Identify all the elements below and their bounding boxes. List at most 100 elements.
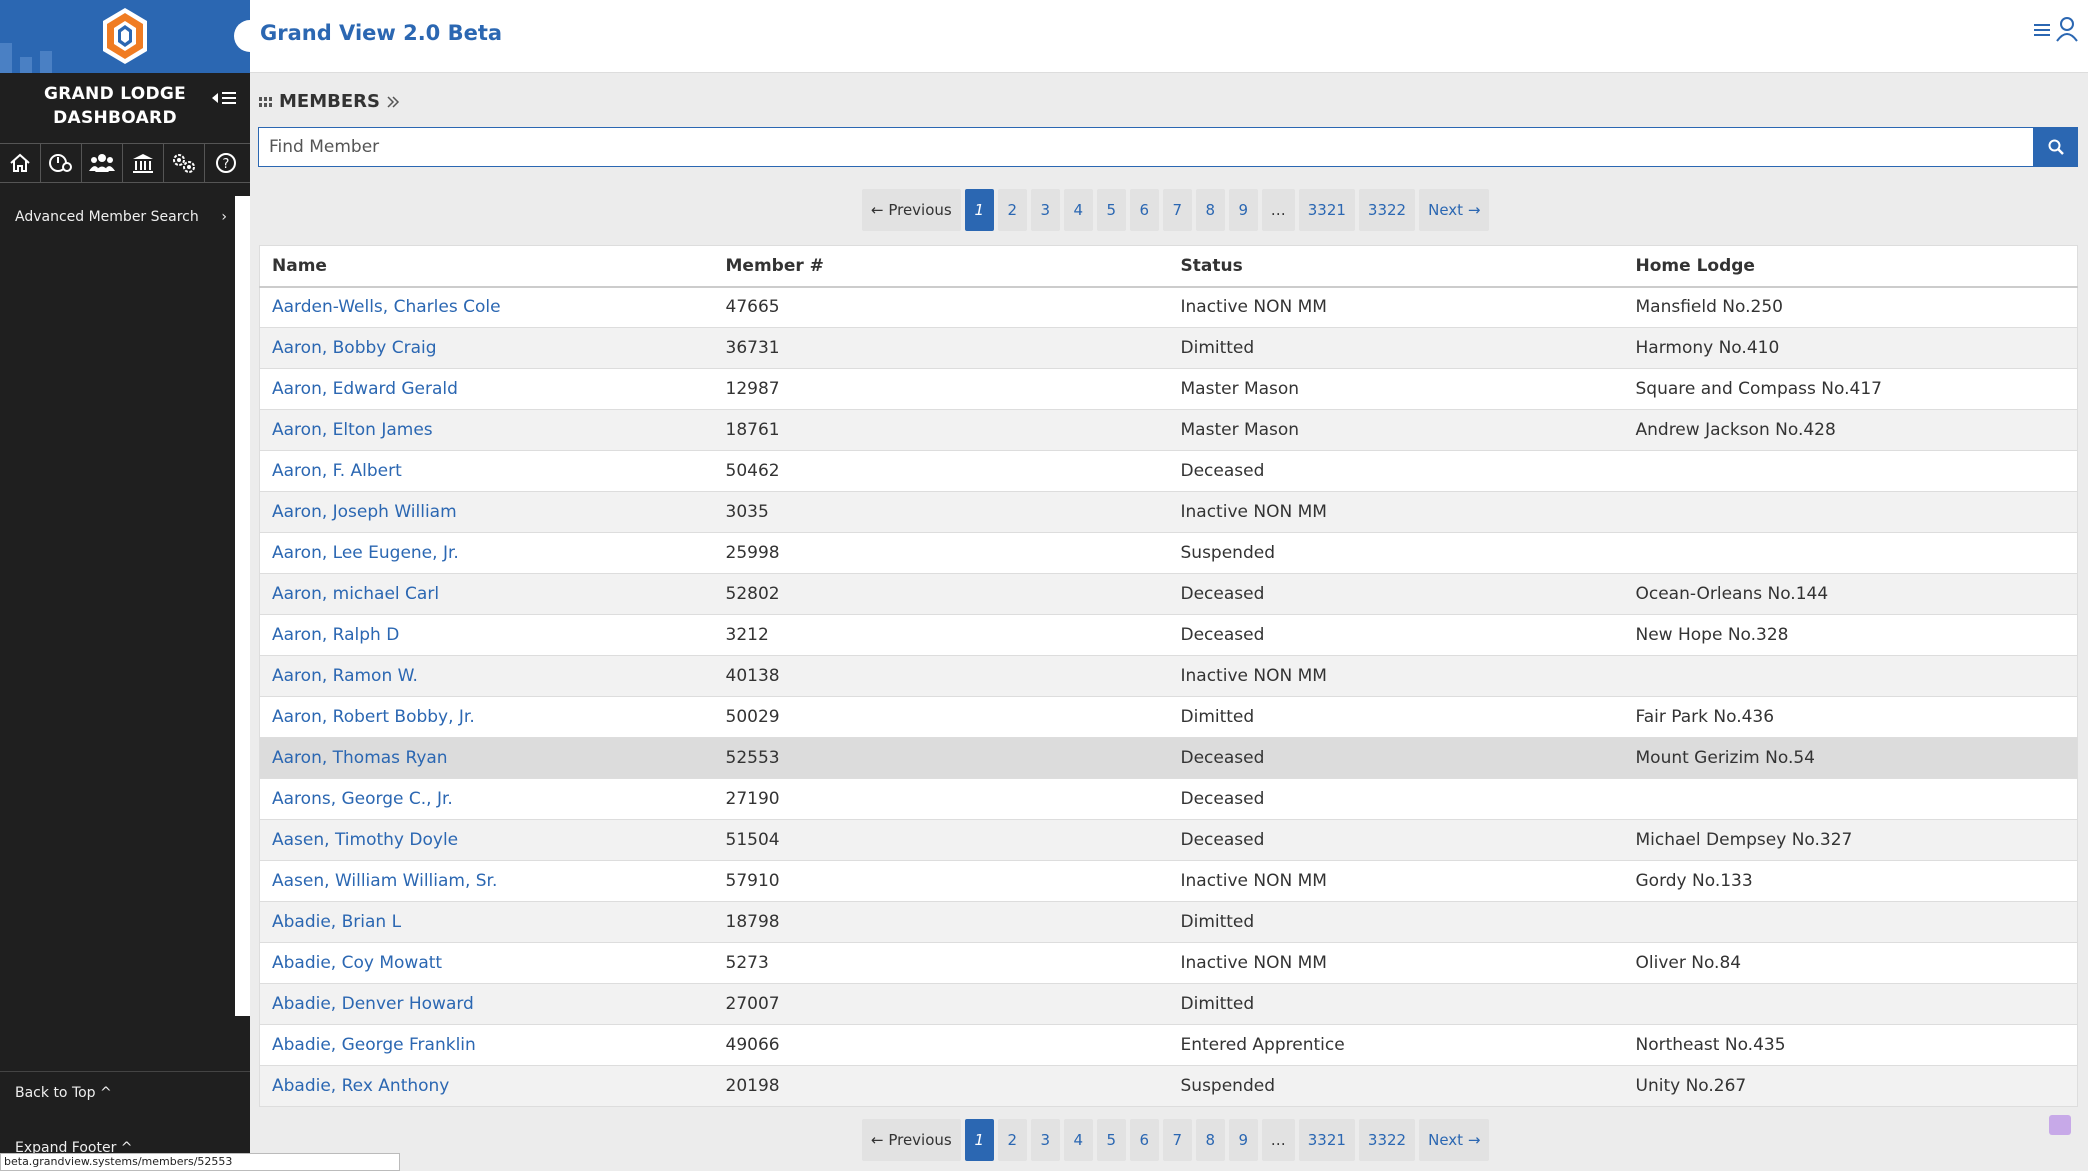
page-button[interactable]: 9 (1228, 189, 1258, 231)
member-name-link[interactable]: Abadie, George Franklin (259, 1024, 714, 1066)
table-row[interactable]: Abadie, Rex Anthony 20198 Suspended Unity N… (259, 1065, 2078, 1107)
page-button[interactable]: 1 (964, 189, 994, 231)
table-row[interactable]: Aasen, William William, Sr. 57910 Inactive… (259, 860, 2078, 902)
advanced-member-search-link[interactable]: Advanced Member Search › (0, 197, 235, 237)
table-row[interactable]: Aaron, Bobby Craig 36731 Dimitted Harmony N… (259, 327, 2078, 369)
member-name-link[interactable]: Abadie, Rex Anthony (259, 1065, 714, 1107)
member-status: Master Mason (1168, 368, 1624, 410)
member-name-link[interactable]: Aaron, F. Albert (259, 450, 714, 492)
column-header-member-number[interactable]: Member # (713, 245, 1169, 288)
table-row[interactable]: Abadie, Brian L 18798 Dimitted (259, 901, 2078, 943)
search-icon (2048, 139, 2064, 155)
column-header-status[interactable]: Status (1168, 245, 1624, 288)
member-home-lodge: Oliver No.84 (1623, 942, 2078, 984)
member-number: 3212 (713, 614, 1169, 656)
nav-settings[interactable] (164, 144, 205, 182)
table-row[interactable]: Aaron, Thomas Ryan 52553 Deceased Mount Ger… (259, 737, 2078, 779)
table-row[interactable]: Abadie, Denver Howard 27007 Dimitted (259, 983, 2078, 1025)
back-to-top-link[interactable]: Back to Top ^ (15, 1085, 112, 1101)
member-name-link[interactable]: Aasen, Timothy Doyle (259, 819, 714, 861)
member-name-link[interactable]: Aaron, Joseph William (259, 491, 714, 533)
member-home-lodge: Mount Gerizim No.54 (1623, 737, 2078, 779)
member-home-lodge: Harmony No.410 (1623, 327, 2078, 369)
member-name-link[interactable]: Aaron, Ramon W. (259, 655, 714, 697)
page-button[interactable]: 3322 (1358, 189, 1416, 231)
user-profile-button[interactable] (2056, 16, 2078, 46)
accessibility-icon[interactable] (2049, 1115, 2071, 1135)
member-name-link[interactable]: Aaron, Edward Gerald (259, 368, 714, 410)
pagination-bottom: ← Previous 1 2 3 4 5 6 7 8 9 … 3321 3322… (862, 1119, 1490, 1161)
table-row[interactable]: Abadie, Coy Mowatt 5273 Inactive NON MM Oli… (259, 942, 2078, 984)
nav-help[interactable]: ? (205, 144, 246, 182)
member-name-link[interactable]: Aaron, Robert Bobby, Jr. (259, 696, 714, 738)
member-name-link[interactable]: Aaron, Bobby Craig (259, 327, 714, 369)
page-button[interactable]: 2 (997, 1119, 1027, 1161)
table-row[interactable]: Abadie, George Franklin 49066 Entered Appr… (259, 1024, 2078, 1066)
table-row[interactable]: Aaron, Ralph D 3212 Deceased New Hope No.32… (259, 614, 2078, 656)
column-header-name[interactable]: Name (259, 245, 714, 288)
table-row[interactable]: Aaron, michael Carl 52802 Deceased Ocean-Or… (259, 573, 2078, 615)
collapse-sidebar-button[interactable] (212, 90, 240, 111)
search-button[interactable] (2033, 127, 2078, 167)
page-button[interactable]: 5 (1096, 189, 1126, 231)
page-button[interactable]: 7 (1162, 1119, 1192, 1161)
member-status: Suspended (1168, 1065, 1624, 1107)
page-button[interactable]: 8 (1195, 189, 1225, 231)
next-page-button[interactable]: Next → (1419, 189, 1490, 231)
member-name-link[interactable]: Abadie, Denver Howard (259, 983, 714, 1025)
breadcrumb-members[interactable]: MEMBERS (279, 91, 380, 112)
table-row[interactable]: Aaron, F. Albert 50462 Deceased (259, 450, 2078, 492)
table-row[interactable]: Aaron, Robert Bobby, Jr. 50029 Dimitted Fai… (259, 696, 2078, 738)
page-button[interactable]: 2 (997, 189, 1027, 231)
page-button[interactable]: 5 (1096, 1119, 1126, 1161)
page-button[interactable]: 3 (1030, 189, 1060, 231)
column-header-home-lodge[interactable]: Home Lodge (1623, 245, 2078, 288)
member-status: Inactive NON MM (1168, 491, 1624, 533)
member-name-link[interactable]: Aaron, Elton James (259, 409, 714, 451)
logo-icon[interactable] (100, 6, 150, 66)
page-button[interactable]: 3321 (1298, 1119, 1355, 1161)
page-button[interactable]: 9 (1228, 1119, 1258, 1161)
members-table: Name Member # Status Home Lodge Aarden-W… (259, 245, 2078, 1107)
previous-page-button[interactable]: ← Previous (862, 189, 961, 231)
nav-lodges[interactable] (123, 144, 164, 182)
page-button[interactable]: 8 (1195, 1119, 1225, 1161)
nav-dashboard-settings[interactable] (41, 144, 82, 182)
member-name-link[interactable]: Aasen, William William, Sr. (259, 860, 714, 902)
member-name-link[interactable]: Aarden-Wells, Charles Cole (259, 286, 714, 328)
page-button[interactable]: 3322 (1358, 1119, 1416, 1161)
member-name-link[interactable]: Aaron, Thomas Ryan (259, 737, 714, 779)
table-row[interactable]: Aaron, Elton James 18761 Master Mason Andre… (259, 409, 2078, 451)
find-member-input[interactable] (258, 127, 2034, 167)
page-button[interactable]: 1 (964, 1119, 994, 1161)
page-button[interactable]: 6 (1129, 189, 1159, 231)
nav-home[interactable] (0, 144, 41, 182)
table-row[interactable]: Aaron, Joseph William 3035 Inactive NON MM (259, 491, 2078, 533)
page-button[interactable]: 7 (1162, 189, 1192, 231)
member-name-link[interactable]: Aarons, George C., Jr. (259, 778, 714, 820)
page-button[interactable]: 3321 (1298, 189, 1355, 231)
sidebar-scrollbar[interactable] (235, 196, 250, 1016)
member-name-link[interactable]: Abadie, Coy Mowatt (259, 942, 714, 984)
table-row[interactable]: Aaron, Lee Eugene, Jr. 25998 Suspended (259, 532, 2078, 574)
table-row[interactable]: Aarons, George C., Jr. 27190 Deceased (259, 778, 2078, 820)
breadcrumb: MEMBERS (259, 91, 400, 112)
member-name-link[interactable]: Aaron, Lee Eugene, Jr. (259, 532, 714, 574)
page-button[interactable]: 6 (1129, 1119, 1159, 1161)
previous-page-button[interactable]: ← Previous (862, 1119, 961, 1161)
header-menu-button[interactable] (2034, 22, 2050, 41)
page-button[interactable]: 4 (1063, 1119, 1093, 1161)
table-row[interactable]: Aaron, Ramon W. 40138 Inactive NON MM (259, 655, 2078, 697)
member-number: 18798 (713, 901, 1169, 943)
member-name-link[interactable]: Aaron, michael Carl (259, 573, 714, 615)
table-row[interactable]: Aarden-Wells, Charles Cole 47665 Inactive … (259, 286, 2078, 328)
table-row[interactable]: Aaron, Edward Gerald 12987 Master Mason Squ… (259, 368, 2078, 410)
app-title[interactable]: Grand View 2.0 Beta (260, 21, 502, 45)
member-name-link[interactable]: Abadie, Brian L (259, 901, 714, 943)
next-page-button[interactable]: Next → (1419, 1119, 1490, 1161)
member-name-link[interactable]: Aaron, Ralph D (259, 614, 714, 656)
nav-members[interactable] (82, 144, 123, 182)
page-button[interactable]: 3 (1030, 1119, 1060, 1161)
table-row[interactable]: Aasen, Timothy Doyle 51504 Deceased Michael… (259, 819, 2078, 861)
page-button[interactable]: 4 (1063, 189, 1093, 231)
